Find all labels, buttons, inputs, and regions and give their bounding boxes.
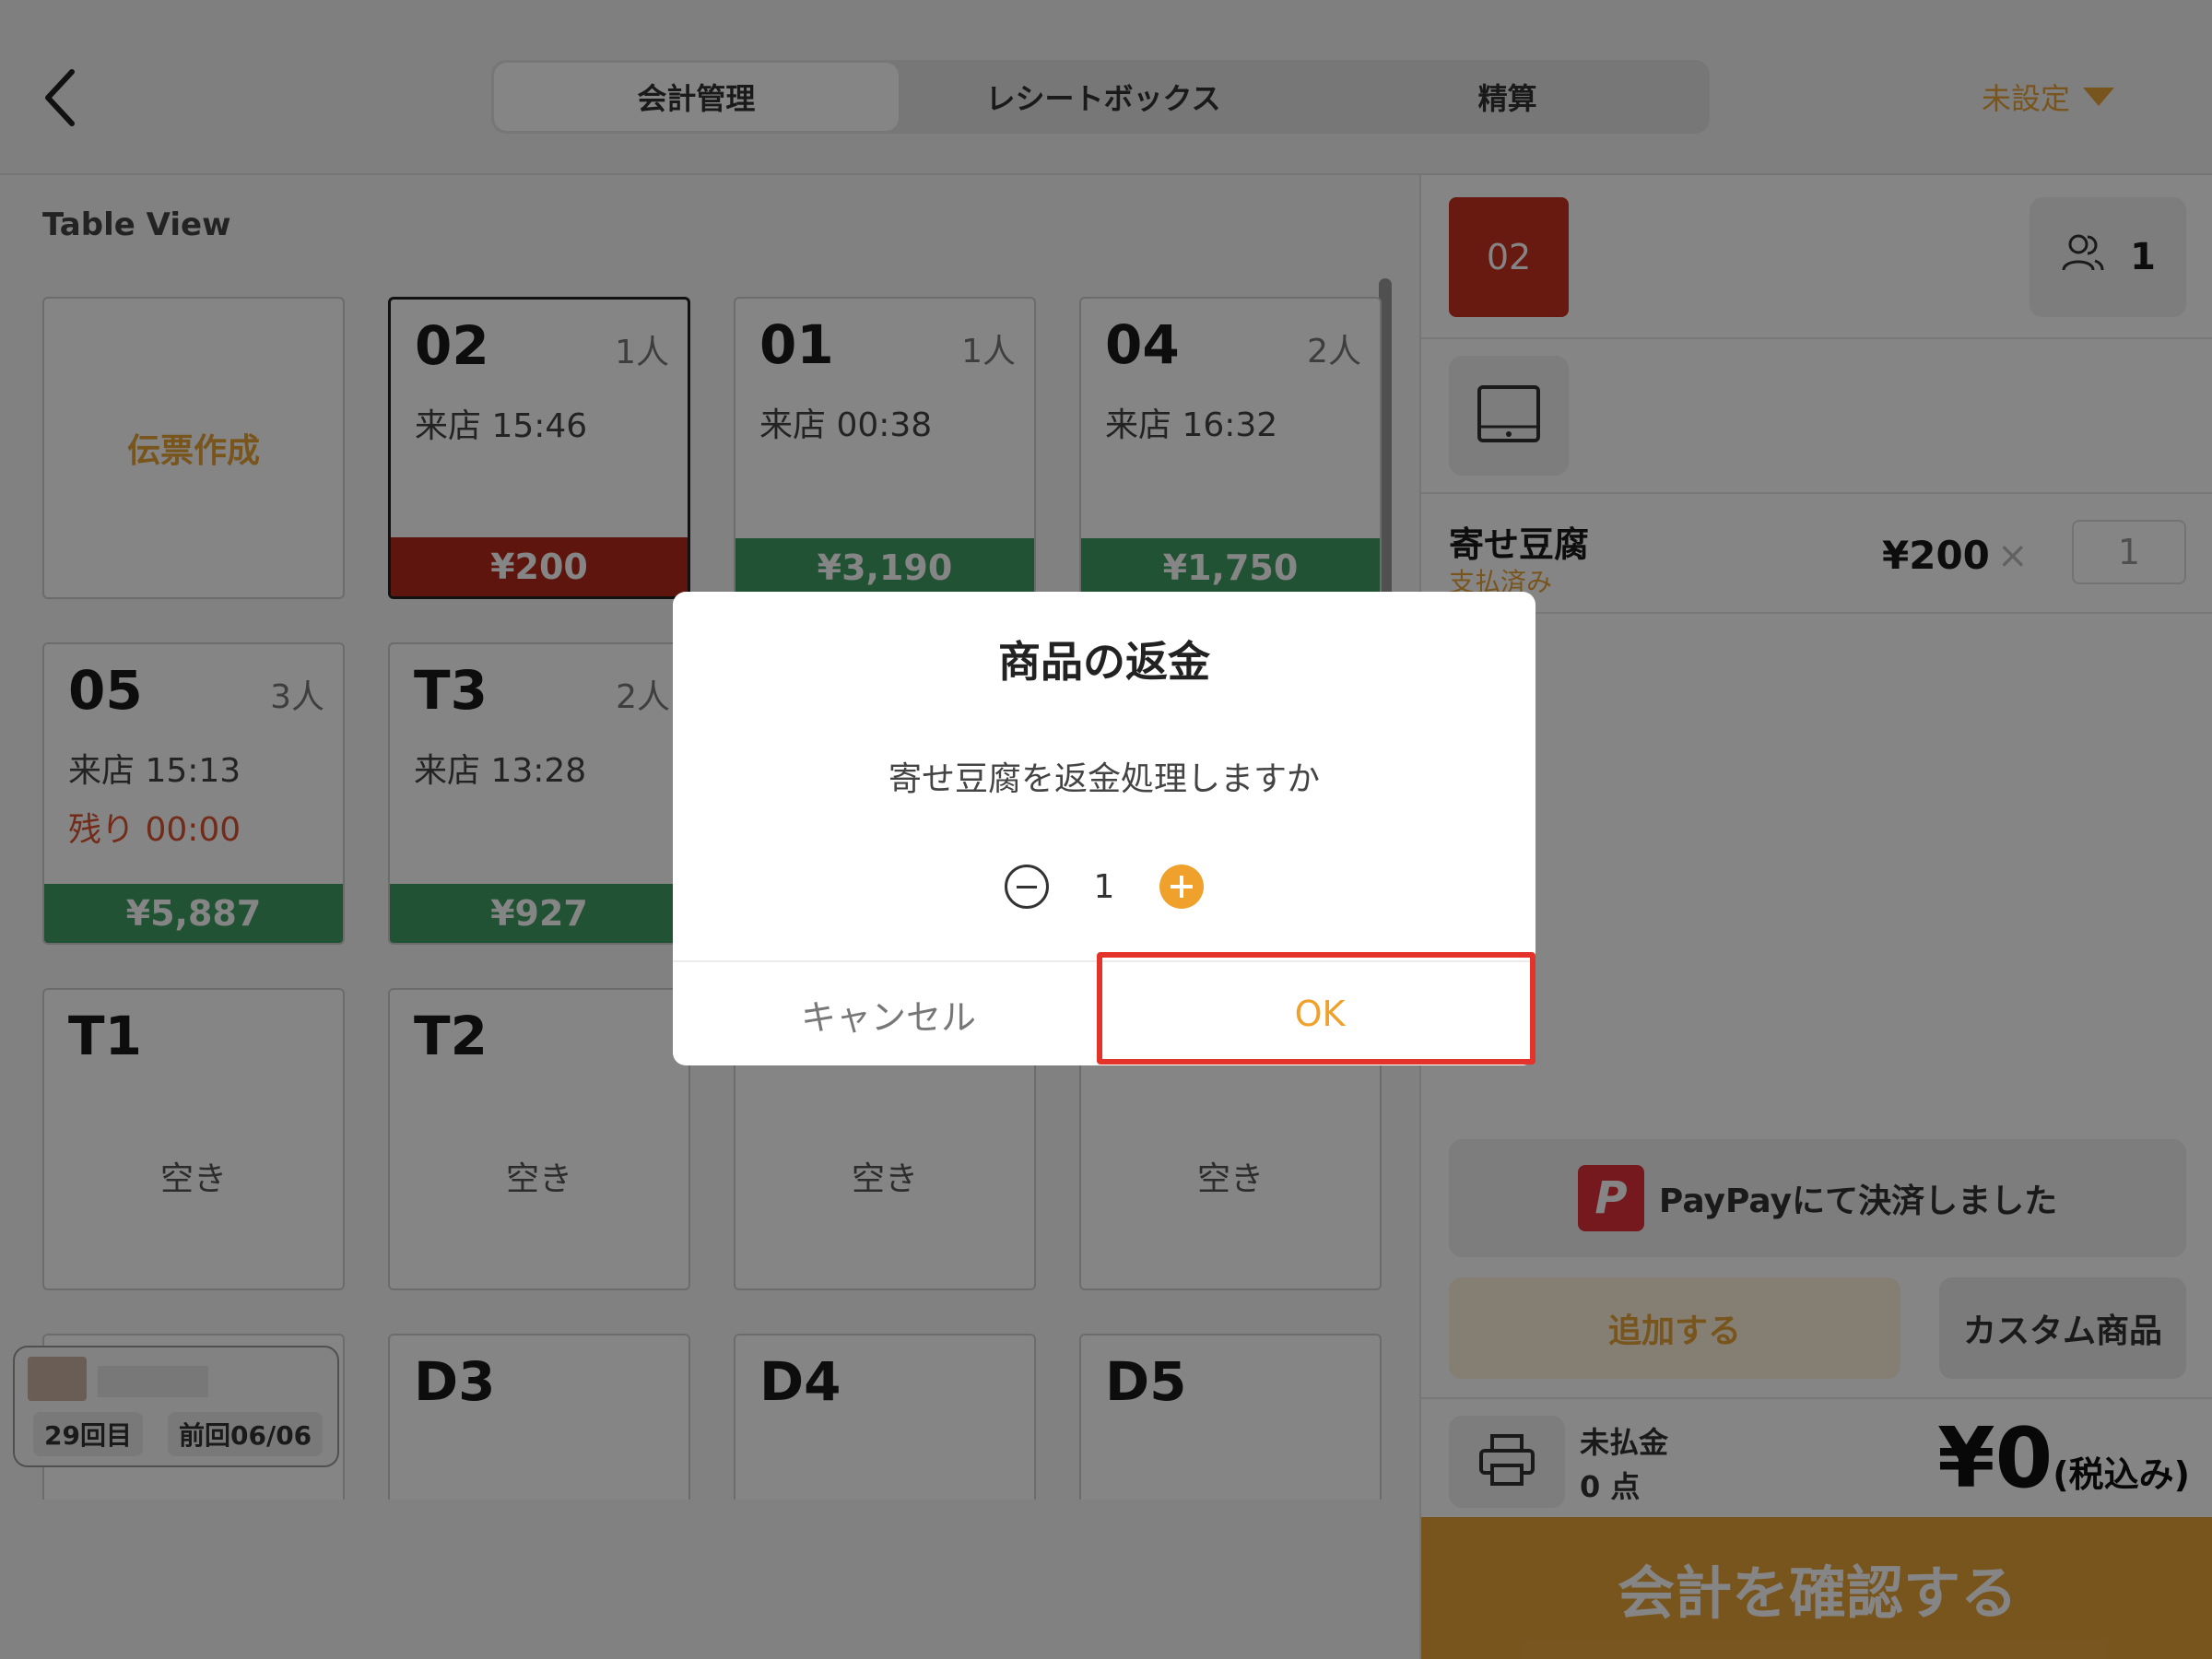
- dialog-title: 商品の返金: [998, 637, 1210, 687]
- dialog-message: 寄せ豆腐を返金処理しますか: [888, 760, 1320, 798]
- plus-icon[interactable]: [1159, 865, 1204, 909]
- minus-icon[interactable]: [1005, 865, 1049, 909]
- refund-quantity-value: 1: [1093, 867, 1115, 906]
- ok-button-highlight: [1097, 952, 1535, 1065]
- refund-quantity-stepper: 1: [673, 865, 1535, 909]
- cancel-button[interactable]: キャンセル: [673, 962, 1104, 1065]
